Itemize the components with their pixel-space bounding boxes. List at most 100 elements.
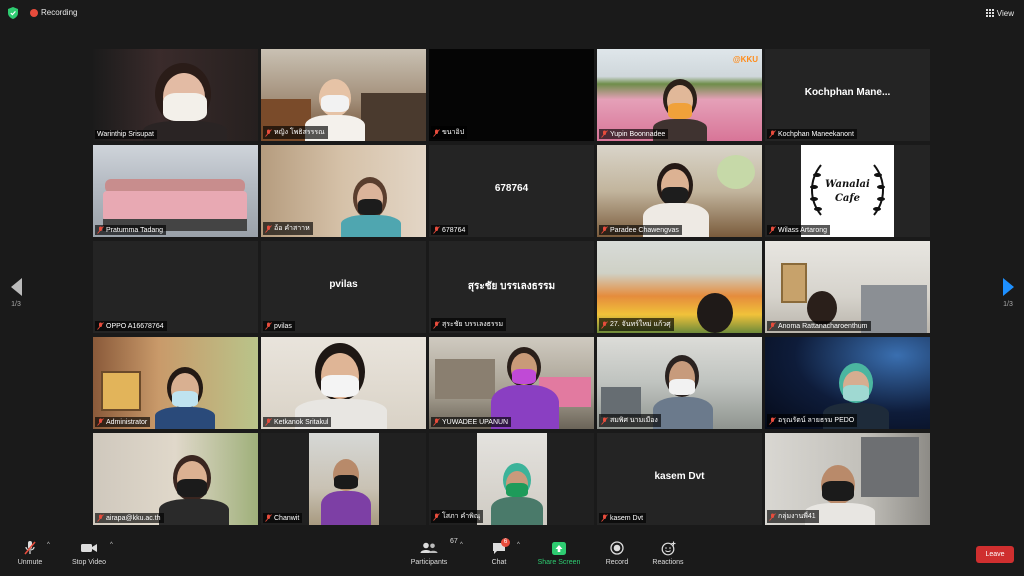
video-tile[interactable]: สุระชัย บรรเลงธรรม สุระชัย บรรเลงธรรม bbox=[429, 241, 594, 333]
video-tile[interactable]: สมพิศ นามเมือง bbox=[597, 337, 762, 429]
mic-off-icon bbox=[97, 226, 104, 234]
video-tile[interactable]: OPPO A16678764 bbox=[93, 241, 258, 333]
video-tile[interactable]: Paradee Chawengvas bbox=[597, 145, 762, 237]
video-options-caret-icon[interactable]: ^ bbox=[110, 542, 113, 548]
stop-video-button[interactable]: Stop Video bbox=[70, 540, 108, 566]
view-label: View bbox=[996, 8, 1014, 18]
unmute-label: Unmute bbox=[17, 559, 43, 566]
mic-off-icon bbox=[433, 128, 440, 137]
mic-off-icon bbox=[265, 322, 272, 330]
participant-name: อรุณรัตน์ ลายธรม PEDO bbox=[778, 417, 855, 424]
video-tile[interactable]: โสภา คำพิณุ bbox=[429, 433, 594, 525]
video-tile[interactable]: YUWADEE UPANUN bbox=[429, 337, 594, 429]
video-tile[interactable]: 27. จันทร์ใหม่ แก้วศุ bbox=[597, 241, 762, 333]
participant-display-name: 678764 bbox=[494, 183, 529, 194]
stop-video-label: Stop Video bbox=[71, 559, 107, 566]
video-tile[interactable]: หญิง โพธิสรรรณ bbox=[261, 49, 426, 141]
leave-meeting-button[interactable]: Leave bbox=[976, 546, 1014, 563]
video-tile[interactable]: ขนาอิป bbox=[429, 49, 594, 141]
participant-name: Yupin Boonnadee bbox=[610, 130, 666, 138]
video-tile[interactable]: Warinthip Srisupat bbox=[93, 49, 258, 141]
participant-name: Chanwit bbox=[274, 514, 300, 522]
participant-name: Ketkanok Sritakul bbox=[274, 418, 329, 426]
unmute-button[interactable]: Unmute bbox=[14, 540, 46, 566]
next-page-button[interactable]: 1/3 bbox=[998, 278, 1018, 318]
participant-name: OPPO A16678764 bbox=[106, 322, 164, 330]
participant-display-name: kasem Dvt bbox=[654, 471, 705, 482]
shield-icon[interactable] bbox=[8, 7, 18, 19]
top-bar: Recording View bbox=[0, 0, 1024, 26]
participant-name: Warinthip Srisupat bbox=[97, 131, 154, 138]
mic-off-icon bbox=[433, 320, 440, 329]
mic-off-icon bbox=[433, 512, 440, 521]
video-grid: Warinthip Srisupat หญิง โพธิสรรรณ ขนาอิป… bbox=[93, 49, 930, 526]
participant-name: Wilass Artarong bbox=[778, 226, 828, 234]
participant-name: YUWADEE UPANUN bbox=[442, 418, 509, 426]
participant-display-name: pvilas bbox=[329, 279, 358, 290]
mic-off-icon bbox=[265, 128, 272, 137]
mic-off-icon bbox=[601, 226, 608, 234]
mic-off-icon bbox=[97, 322, 104, 330]
participant-name: อ้อ คำสาาห bbox=[274, 225, 310, 232]
chat-button[interactable]: 6 Chat bbox=[488, 538, 510, 566]
cafe-logo-line1: Wanalai bbox=[825, 179, 870, 190]
cafe-logo-line2: Cafe bbox=[834, 193, 861, 204]
mic-off-icon bbox=[769, 416, 776, 425]
participants-count: 67 bbox=[450, 538, 458, 545]
video-tile[interactable]: Chanwit bbox=[261, 433, 426, 525]
record-icon bbox=[610, 541, 624, 555]
view-button[interactable]: View bbox=[985, 7, 1014, 19]
mic-off-icon bbox=[97, 514, 104, 522]
audio-options-caret-icon[interactable]: ^ bbox=[47, 542, 50, 548]
video-tile[interactable]: Anoma Rattanacharoenthum bbox=[765, 241, 930, 333]
video-tile[interactable]: กลุ่มงานพี่41 bbox=[765, 433, 930, 525]
recording-dot-icon bbox=[30, 9, 38, 17]
participants-options-caret-icon[interactable]: ^ bbox=[460, 542, 463, 548]
participant-display-name: สุระชัย บรรเลงธรรม bbox=[467, 281, 556, 292]
video-tile[interactable]: kasem Dvt kasem Dvt bbox=[597, 433, 762, 525]
mic-off-icon bbox=[769, 322, 776, 330]
participant-name: kasem Dvt bbox=[610, 514, 644, 522]
chat-label: Chat bbox=[491, 559, 507, 566]
participant-name: กลุ่มงานพี่41 bbox=[778, 513, 816, 520]
previous-page-button[interactable]: 1/3 bbox=[6, 278, 26, 318]
chat-unread-badge: 6 bbox=[501, 538, 510, 547]
video-tile[interactable]: @KKU Yupin Boonnadee bbox=[597, 49, 762, 141]
video-tile[interactable]: อ้อ คำสาาห bbox=[261, 145, 426, 237]
smiley-plus-icon bbox=[661, 541, 675, 555]
video-camera-icon bbox=[81, 544, 97, 552]
participant-display-name: Kochphan Mane... bbox=[804, 87, 891, 98]
page-indicator-right: 1/3 bbox=[1003, 301, 1013, 308]
participant-name: airapa@kku.ac.th bbox=[106, 514, 161, 522]
participant-name: Anoma Rattanacharoenthum bbox=[778, 322, 868, 330]
participant-name: 678764 bbox=[442, 226, 466, 234]
video-tile[interactable]: pvilas pvilas bbox=[261, 241, 426, 333]
participant-name: Pratumma Tadang bbox=[106, 226, 164, 234]
video-tile[interactable]: Administrator bbox=[93, 337, 258, 429]
record-label: Record bbox=[605, 559, 629, 566]
participants-icon bbox=[420, 542, 438, 553]
record-button[interactable]: Record bbox=[603, 540, 631, 566]
video-tile[interactable]: Kochphan Mane... Kochphan Maneekanont bbox=[765, 49, 930, 141]
video-tile[interactable]: Pratumma Tadang bbox=[93, 145, 258, 237]
participant-name: โสภา คำพิณุ bbox=[442, 513, 481, 520]
chat-options-caret-icon[interactable]: ^ bbox=[517, 542, 520, 548]
video-tile[interactable]: Wanalai Cafe Wilass Artarong bbox=[765, 145, 930, 237]
share-screen-button[interactable]: Share Screen bbox=[536, 540, 582, 566]
share-screen-icon bbox=[552, 541, 566, 555]
participant-name: ขนาอิป bbox=[442, 129, 465, 136]
meeting-toolbar: Unmute ^ Stop Video ^ 67 Participants ^ bbox=[0, 536, 1024, 576]
participant-name: สุระชัย บรรเลงธรรม bbox=[442, 321, 504, 328]
participant-name: pvilas bbox=[274, 322, 292, 330]
mic-off-icon bbox=[97, 418, 104, 426]
video-tile[interactable]: อรุณรัตน์ ลายธรม PEDO bbox=[765, 337, 930, 429]
participants-button[interactable]: 67 Participants bbox=[408, 538, 458, 566]
video-tile[interactable]: airapa@kku.ac.th bbox=[93, 433, 258, 525]
reactions-button[interactable]: Reactions bbox=[650, 540, 686, 566]
video-tile[interactable]: 678764 678764 bbox=[429, 145, 594, 237]
participants-label: Participants bbox=[410, 559, 448, 566]
video-tile[interactable]: Ketkanok Sritakul bbox=[261, 337, 426, 429]
participant-name: หญิง โพธิสรรรณ bbox=[274, 129, 325, 136]
mic-off-icon bbox=[601, 416, 608, 425]
kku-watermark: @KKU bbox=[732, 55, 758, 64]
